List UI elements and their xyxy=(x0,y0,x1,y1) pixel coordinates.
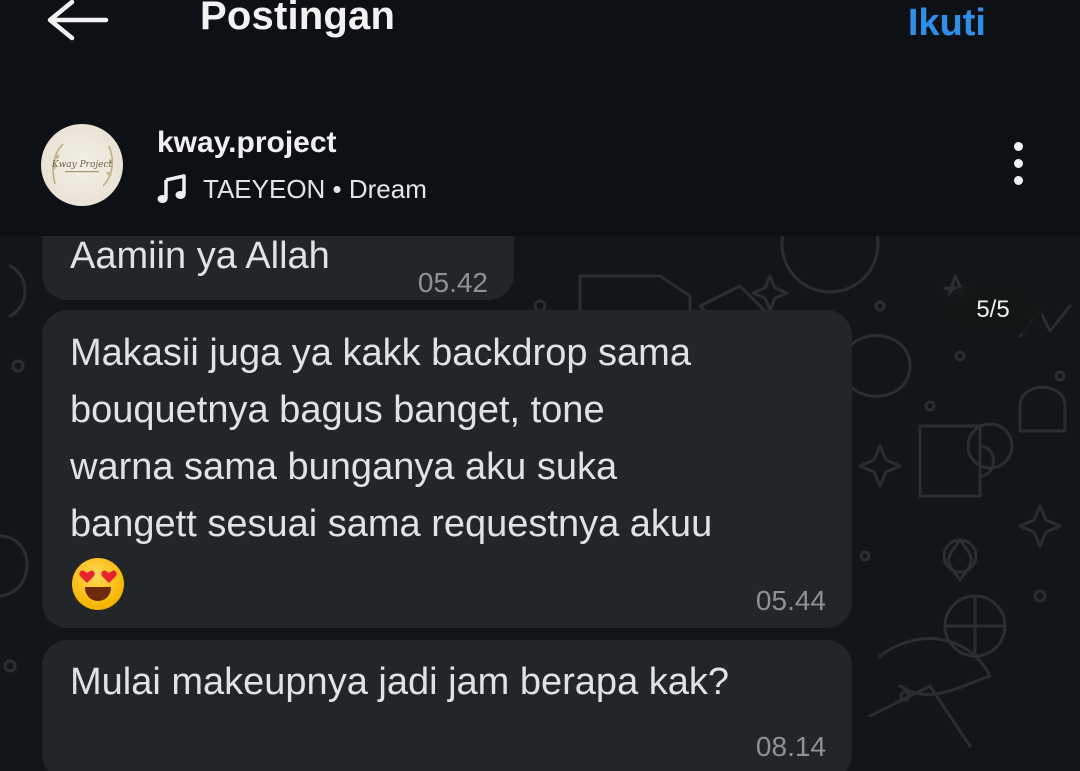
message-text: Aamiin ya Allah xyxy=(70,236,330,277)
music-note-icon xyxy=(157,174,186,203)
username[interactable]: kway.project xyxy=(157,126,337,160)
arrow-left-icon xyxy=(47,0,109,41)
top-app-bar: Postingan Ikuti xyxy=(0,0,1080,88)
svg-text:Kway Project: Kway Project xyxy=(51,160,113,170)
message-text: Mulai makeupnya jadi jam berapa kak? xyxy=(70,661,730,703)
chat-bubble: Mulai makeupnya jadi jam berapa kak? 08.… xyxy=(42,640,852,771)
more-vertical-icon xyxy=(1013,142,1023,151)
music-track: TAEYEON • Dream xyxy=(203,173,427,204)
music-attribution[interactable]: TAEYEON • Dream xyxy=(157,172,427,206)
chat-bubble: Aamiin ya Allah 05.42 xyxy=(42,236,514,300)
message-time: 05.44 xyxy=(755,585,826,616)
avatar[interactable]: Kway Project xyxy=(41,124,123,206)
page-counter: 5/5 xyxy=(944,286,1042,334)
post-header: Kway Project kway.project TAEYEON • Drea… xyxy=(0,88,1080,236)
post-image-chat: 5/5 Aamiin ya Allah 05.42 Makasii juga y… xyxy=(0,236,1080,771)
message-time: 05.42 xyxy=(417,267,488,298)
page-title: Postingan xyxy=(200,0,396,38)
more-options-button[interactable] xyxy=(1000,142,1036,192)
back-button[interactable] xyxy=(42,0,112,44)
follow-button[interactable]: Ikuti xyxy=(908,2,986,45)
message-time: 08.14 xyxy=(755,731,826,762)
heart-eyes-emoji xyxy=(72,558,124,610)
message-text: Makasii juga ya kakk backdrop sama bouqu… xyxy=(70,332,713,545)
chat-bubble: Makasii juga ya kakk backdrop sama bouqu… xyxy=(42,310,852,628)
avatar-logo-icon: Kway Project xyxy=(51,143,114,187)
